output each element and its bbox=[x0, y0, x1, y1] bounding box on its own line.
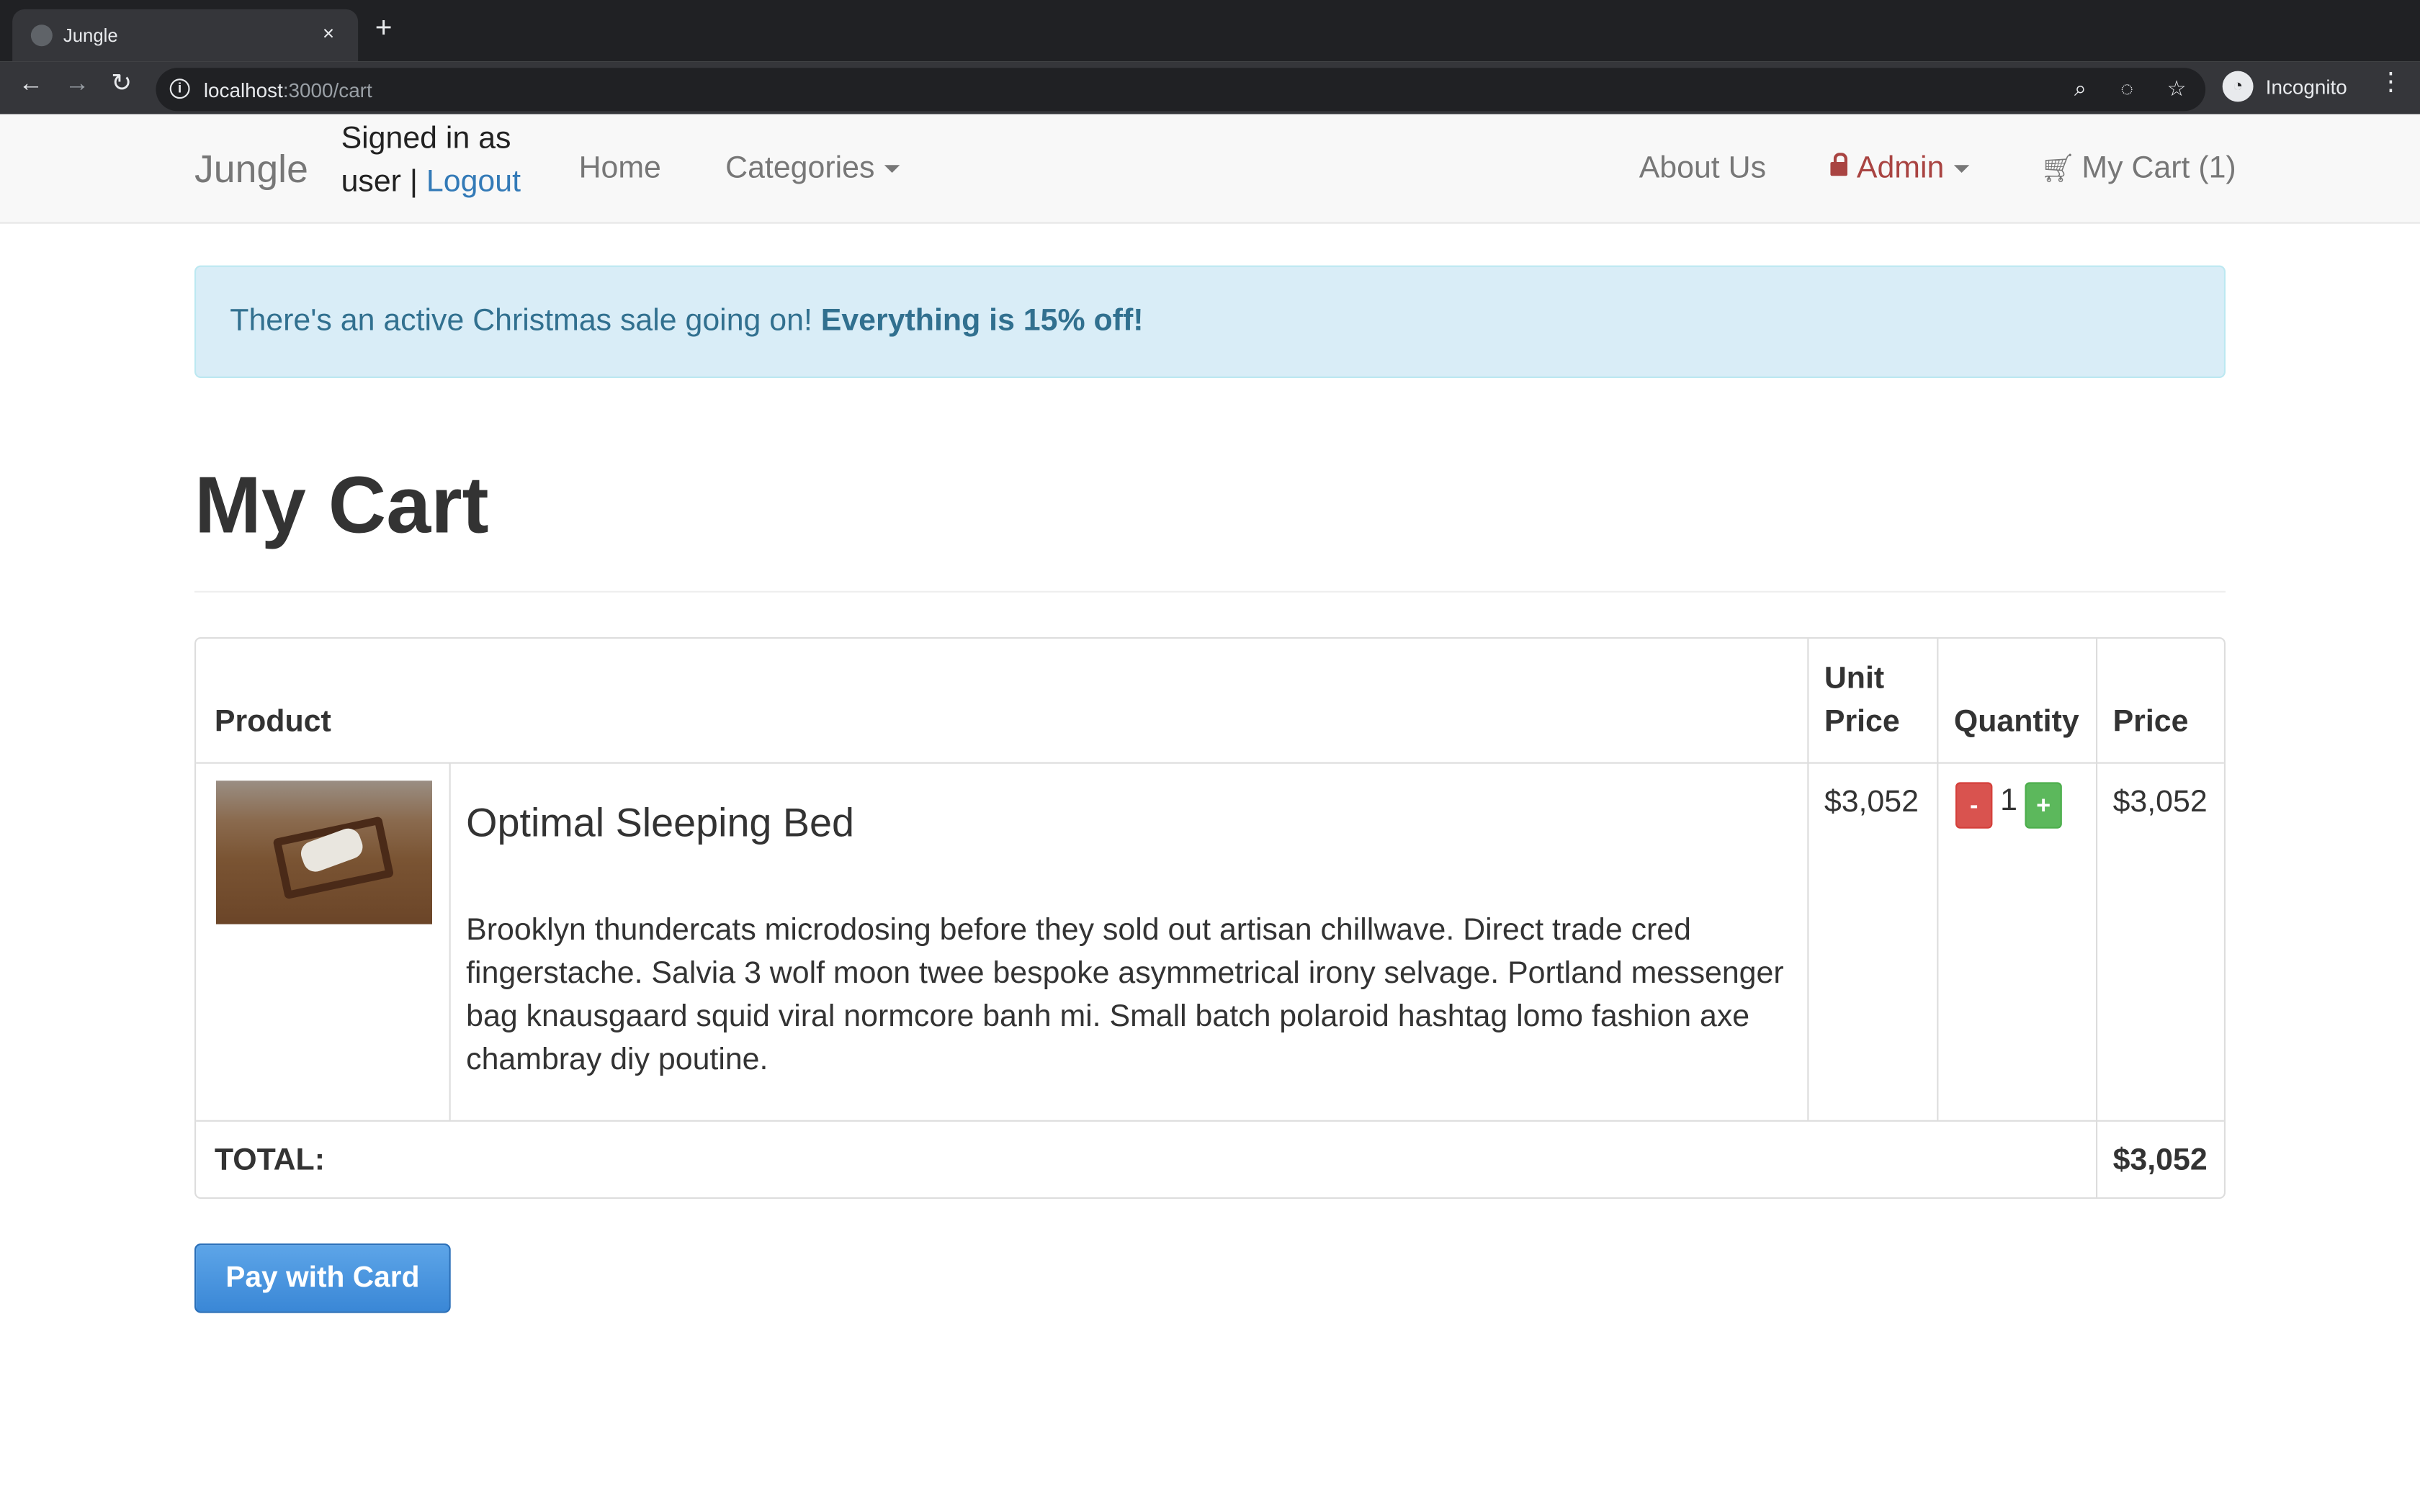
total-value: $3,052 bbox=[2112, 1143, 2208, 1177]
page-title: My Cart bbox=[194, 461, 489, 551]
close-tab-icon[interactable]: × bbox=[323, 22, 334, 45]
table-col-divider bbox=[2096, 639, 2098, 1197]
cart-table: Product Unit Price Quantity Price Optima… bbox=[194, 637, 2226, 1199]
back-arrow-icon[interactable]: ← bbox=[19, 72, 43, 97]
product-image bbox=[216, 780, 432, 924]
url-path: :3000/cart bbox=[282, 78, 372, 102]
quantity-value: 1 bbox=[2000, 783, 2017, 818]
zoom-icon[interactable]: ⌕ bbox=[2074, 77, 2087, 99]
incognito-icon: ◔ bbox=[2222, 71, 2254, 102]
header-price: Price bbox=[2112, 705, 2189, 739]
lock-icon bbox=[1830, 153, 1847, 176]
nav-admin[interactable]: Admin bbox=[1830, 151, 1969, 186]
nav-home[interactable]: Home bbox=[579, 151, 661, 186]
header-product: Product bbox=[214, 705, 331, 739]
separator: | bbox=[409, 165, 418, 199]
table-col-divider bbox=[1807, 639, 1809, 1120]
signed-in-status: Signed in as user | Logout bbox=[341, 117, 521, 204]
browser-tab[interactable]: Jungle × bbox=[12, 9, 359, 62]
nav-cart[interactable]: 🛒︎ My Cart (1) bbox=[2040, 151, 2236, 186]
info-icon[interactable]: i bbox=[169, 78, 190, 99]
table-col-divider bbox=[449, 762, 451, 1120]
caret-down-icon bbox=[884, 165, 900, 174]
globe-icon bbox=[30, 24, 53, 47]
url-host: localhost bbox=[203, 78, 283, 102]
reload-icon[interactable]: ↻ bbox=[111, 72, 132, 97]
nav-categories-label: Categories bbox=[725, 151, 875, 186]
tab-title: Jungle bbox=[63, 24, 118, 47]
nav-admin-label: Admin bbox=[1856, 151, 1945, 186]
eye-off-icon[interactable]: ◌ bbox=[2120, 77, 2133, 99]
sale-alert: There's an active Christmas sale going o… bbox=[194, 265, 2226, 378]
new-tab-icon[interactable]: + bbox=[375, 14, 393, 43]
caret-down-icon bbox=[1953, 165, 1969, 174]
product-name: Optimal Sleeping Bed bbox=[466, 799, 855, 846]
browser-toolbar: ← → ↻ i localhost:3000/cart ⌕ ◌ ☆ ◔ Inco… bbox=[0, 61, 2420, 114]
increase-quantity-button[interactable]: + bbox=[2025, 782, 2062, 829]
header-quantity: Quantity bbox=[1953, 705, 2079, 739]
alert-bold-text: Everything is 15% off! bbox=[820, 304, 1144, 338]
price-value: $3,052 bbox=[2112, 785, 2208, 819]
logout-link[interactable]: Logout bbox=[426, 165, 521, 199]
url-text: localhost:3000/cart bbox=[204, 78, 372, 102]
address-bar[interactable]: i localhost:3000/cart ⌕ ◌ ☆ bbox=[156, 68, 2206, 112]
header-unit-price-line2: Price bbox=[1824, 705, 1900, 739]
browser-tab-strip: Jungle × + bbox=[0, 0, 2420, 62]
alert-text: There's an active Christmas sale going o… bbox=[230, 304, 821, 338]
nav-categories[interactable]: Categories bbox=[725, 151, 900, 186]
signed-in-text: Signed in as bbox=[341, 122, 511, 156]
star-icon[interactable]: ☆ bbox=[2167, 77, 2187, 99]
screen: Jungle × + ← → ↻ i localhost:3000/cart ⌕… bbox=[0, 0, 2420, 1512]
divider bbox=[194, 590, 2226, 593]
nav-cart-label: My Cart (1) bbox=[2081, 151, 2236, 186]
pay-with-card-button[interactable]: Pay with Card bbox=[194, 1243, 451, 1313]
table-row-divider bbox=[196, 1120, 2224, 1122]
nav-about[interactable]: About Us bbox=[1639, 151, 1766, 186]
incognito-label: Incognito bbox=[2265, 76, 2347, 99]
header-unit-price: Unit Price bbox=[1824, 657, 1900, 744]
total-label: TOTAL: bbox=[214, 1143, 326, 1177]
user-name: user bbox=[341, 165, 401, 199]
header-unit-price-line1: Unit bbox=[1824, 662, 1885, 696]
site-navbar: Jungle Signed in as user | Logout Home C… bbox=[0, 114, 2420, 224]
product-description: Brooklyn thundercats microdosing before … bbox=[466, 913, 1784, 1077]
decrease-quantity-button[interactable]: - bbox=[1955, 782, 1993, 829]
table-col-divider bbox=[1937, 639, 1939, 1120]
table-row-divider bbox=[196, 762, 2224, 764]
brand-link[interactable]: Jungle bbox=[194, 148, 308, 193]
forward-arrow-icon[interactable]: → bbox=[65, 72, 89, 97]
browser-menu-icon[interactable]: ⋮ bbox=[2378, 70, 2403, 96]
unit-price-value: $3,052 bbox=[1824, 785, 1919, 819]
cart-icon: 🛒︎ bbox=[2040, 153, 2076, 184]
